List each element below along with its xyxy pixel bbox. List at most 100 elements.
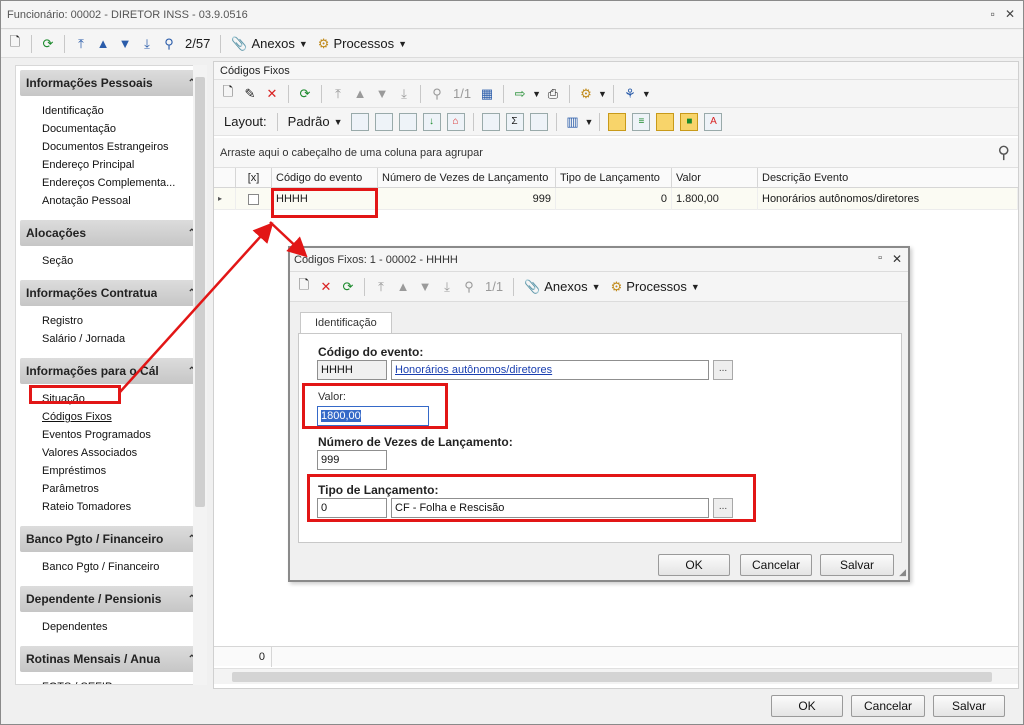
column-header-valor[interactable]: Valor [672, 168, 758, 188]
layout-toggle-icon[interactable] [608, 112, 627, 131]
layout-detail-icon[interactable] [656, 112, 675, 131]
tipo-field[interactable]: 0 [317, 498, 387, 518]
dialog-cancel-button[interactable]: Cancelar [740, 554, 812, 576]
grid-hscrollbar[interactable] [214, 668, 1018, 684]
new-icon[interactable]: 🗋 [294, 276, 314, 298]
sidebar-section-header[interactable]: Informações Contratua ⌃ [20, 280, 202, 306]
layout-grid-icon[interactable] [398, 112, 417, 131]
sidebar-item[interactable]: Empréstimos [42, 462, 206, 480]
delete-icon[interactable]: ✕ [316, 276, 336, 298]
sidebar-section-header[interactable]: Dependente / Pensionis ⌃ [20, 586, 202, 612]
vezes-field[interactable]: 999 [317, 450, 387, 470]
close-icon[interactable]: ✕ [1005, 7, 1015, 21]
resize-grip-icon[interactable]: ◢ [899, 567, 906, 578]
dialog-save-button[interactable]: Salvar [820, 554, 894, 576]
sidebar-scrollbar[interactable] [193, 65, 207, 685]
sidebar-item[interactable]: Identificação [42, 102, 206, 120]
sidebar-item[interactable]: Registro [42, 312, 206, 330]
last-record-icon[interactable]: ⤓ [137, 33, 157, 55]
sidebar-item[interactable]: Valores Associados [42, 444, 206, 462]
tipo-lookup-button[interactable]: ... [713, 498, 733, 518]
chevron-down-icon[interactable]: ▼ [642, 89, 651, 99]
filter-icon[interactable]: ⚘ [620, 83, 640, 105]
first-record-icon[interactable]: ⤒ [371, 276, 391, 298]
delete-icon[interactable]: ✕ [262, 83, 282, 105]
layout-text-icon[interactable]: A [704, 112, 723, 131]
column-header-select[interactable]: [x] [236, 168, 272, 188]
next-record-icon[interactable]: ▼ [415, 276, 435, 298]
sidebar-item[interactable]: Documentação [42, 120, 206, 138]
sidebar-item[interactable]: FGTS / SEFIP [42, 678, 206, 684]
restore-icon[interactable]: ▫ [878, 252, 882, 264]
chart-icon[interactable]: ▥ [563, 111, 583, 133]
export-icon[interactable]: ⇨ [510, 83, 530, 105]
column-header-tipo[interactable]: Tipo de Lançamento [556, 168, 672, 188]
dialog-ok-button[interactable]: OK [658, 554, 730, 576]
tipo-description-field[interactable]: CF - Folha e Rescisão [391, 498, 709, 518]
layout-import-icon[interactable]: ↓ [422, 112, 441, 131]
layout-dropdown[interactable]: Padrão ▼ [284, 114, 347, 129]
previous-record-icon[interactable]: ▲ [350, 83, 370, 105]
previous-record-icon[interactable]: ▲ [393, 276, 413, 298]
layout-home-icon[interactable]: ⌂ [446, 112, 465, 131]
table-row[interactable]: ▸ HHHH 999 0 1.800,00 Honorários autônom… [214, 188, 1018, 210]
ok-button[interactable]: OK [771, 695, 843, 717]
sidebar-item[interactable]: Seção [42, 252, 206, 270]
sidebar-item[interactable]: Códigos Fixos [42, 408, 206, 426]
refresh-icon[interactable]: ⟳ [38, 33, 58, 55]
tab-identificacao[interactable]: Identificação [300, 312, 392, 334]
codigo-field[interactable]: HHHH [317, 360, 387, 380]
sidebar-item[interactable]: Documentos Estrangeiros [42, 138, 206, 156]
sidebar-section-header[interactable]: Banco Pgto / Financeiro ⌃ [20, 526, 202, 552]
last-record-icon[interactable]: ⤓ [437, 276, 457, 298]
previous-record-icon[interactable]: ▲ [93, 33, 113, 55]
sidebar-item[interactable]: Salário / Jornada [42, 330, 206, 348]
valor-field[interactable]: 1800,00 [317, 406, 429, 426]
dialog-anexos-menu[interactable]: 📎 Anexos ▼ [520, 279, 604, 295]
dialog-processos-menu[interactable]: ⚙ Processos ▼ [607, 279, 704, 295]
first-record-icon[interactable]: ⤒ [328, 83, 348, 105]
close-icon[interactable]: ✕ [892, 252, 902, 266]
next-record-icon[interactable]: ▼ [372, 83, 392, 105]
first-record-icon[interactable]: ⤒ [71, 33, 91, 55]
search-icon[interactable]: ⚲ [998, 143, 1010, 163]
sidebar-item[interactable]: Endereço Principal [42, 156, 206, 174]
layout-column-icon[interactable] [481, 112, 500, 131]
layout-preview-icon[interactable]: ≡ [632, 112, 651, 131]
sidebar-item[interactable]: Parâmetros [42, 480, 206, 498]
sidebar-item[interactable]: Endereços Complementa... [42, 174, 206, 192]
search-binoculars-icon[interactable]: ⚲ [459, 276, 479, 298]
layout-save-icon[interactable] [350, 112, 369, 131]
anexos-menu[interactable]: 📎 Anexos ▼ [227, 36, 311, 52]
layout-green-icon[interactable]: ■ [680, 112, 699, 131]
refresh-icon[interactable]: ⟳ [338, 276, 358, 298]
sidebar-section-header[interactable]: Rotinas Mensais / Anua ⌃ [20, 646, 202, 672]
search-binoculars-icon[interactable]: ⚲ [427, 83, 447, 105]
sidebar-section-header[interactable]: Informações para o Cál ⌃ [20, 358, 202, 384]
group-bar[interactable]: Arraste aqui o cabeçalho de uma coluna p… [214, 138, 1018, 168]
sidebar-item[interactable]: Eventos Programados [42, 426, 206, 444]
chevron-down-icon[interactable]: ▼ [585, 117, 594, 127]
new-icon[interactable]: 🗋 [5, 33, 25, 55]
next-record-icon[interactable]: ▼ [115, 33, 135, 55]
sidebar-item[interactable]: Anotação Pessoal [42, 192, 206, 210]
print-icon[interactable]: ⎙ [543, 83, 563, 105]
sidebar-section-header[interactable]: Alocações ⌃ [20, 220, 202, 246]
codigo-description-link[interactable]: Honorários autônomos/diretores [391, 360, 709, 380]
gears-icon[interactable]: ⚙ [576, 83, 596, 105]
layout-sum-icon[interactable]: Σ [505, 112, 524, 131]
sidebar-section-header[interactable]: Informações Pessoais ⌃ [20, 70, 202, 96]
layout-copy-icon[interactable] [374, 112, 393, 131]
edit-icon[interactable]: ✎ [240, 83, 260, 105]
calendar-icon[interactable]: ▦ [477, 83, 497, 105]
column-header-codigo[interactable]: Código do evento [272, 168, 378, 188]
sidebar-item[interactable]: Rateio Tomadores [42, 498, 206, 516]
chevron-down-icon[interactable]: ▼ [532, 89, 541, 99]
sidebar-item[interactable]: Situação [42, 390, 206, 408]
codigo-lookup-button[interactable]: ... [713, 360, 733, 380]
cancel-button[interactable]: Cancelar [851, 695, 925, 717]
column-header-vezes[interactable]: Número de Vezes de Lançamento [378, 168, 556, 188]
chevron-down-icon[interactable]: ▼ [598, 89, 607, 99]
sidebar-item[interactable]: Dependentes [42, 618, 206, 636]
restore-icon[interactable]: ▫ [991, 7, 995, 21]
